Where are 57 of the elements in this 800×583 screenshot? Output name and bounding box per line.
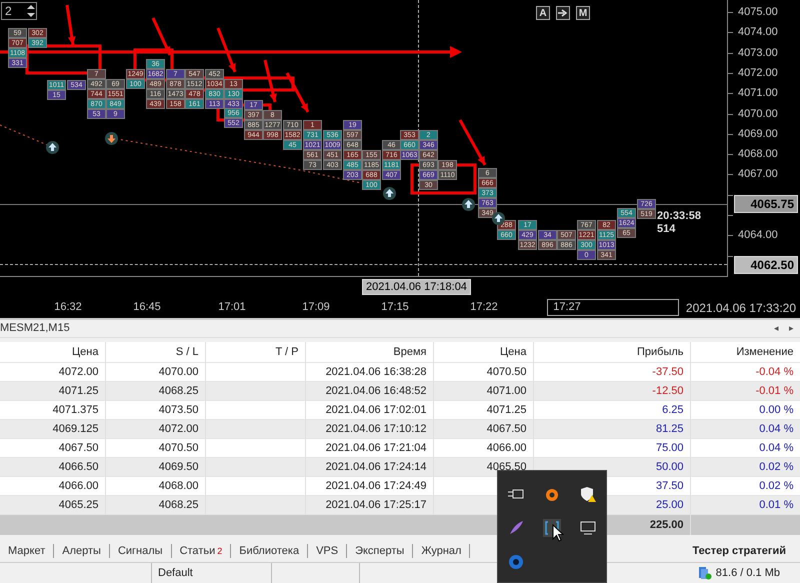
arrow-right-icon	[558, 9, 568, 17]
crosshair-price-tag: 4062.50	[734, 256, 798, 274]
arrow-button[interactable]	[556, 6, 570, 20]
crosshair-time-tag: 2021.04.06 17:18:04	[362, 279, 471, 295]
connection-icon	[698, 566, 712, 580]
price-label: 4067.00	[738, 168, 778, 180]
shield-warning-icon[interactable]	[580, 486, 596, 502]
price-label: 4064.00	[738, 229, 778, 242]
price-label: 4075.00	[738, 6, 778, 18]
time-label: 17:01	[218, 301, 246, 313]
panel-tab[interactable]: Эксперты	[347, 544, 414, 558]
up-arrow-icon	[462, 198, 475, 211]
down-arrow-icon	[105, 132, 118, 145]
time-label: 17:22	[470, 301, 498, 313]
mouse-cursor-icon	[552, 524, 564, 542]
highlight-frame	[410, 164, 476, 194]
feather-icon[interactable]	[508, 520, 524, 536]
traffic-text: 81.6 / 0.1 Mb	[716, 566, 780, 579]
panel-tab[interactable]: VPS	[308, 544, 348, 558]
price-label: 4074.00	[738, 26, 778, 38]
scroll-frame[interactable]	[547, 299, 679, 316]
eye-icon[interactable]	[508, 554, 524, 570]
annotation-arrow	[458, 119, 486, 166]
ring-icon[interactable]	[544, 486, 560, 502]
panel-tab[interactable]: Тестер стратегий	[678, 544, 800, 557]
panel-tab[interactable]: Журнал	[413, 544, 470, 558]
time-label: 17:27	[553, 301, 581, 313]
bar-time: 20:33:58	[657, 210, 702, 222]
panel-tab[interactable]: Алерты	[54, 544, 110, 558]
time-label: 16:45	[133, 301, 161, 313]
time-label: 16:32	[54, 301, 82, 313]
price-label: 4070.00	[738, 108, 778, 120]
profile-name: Default	[158, 566, 193, 579]
panel-tab[interactable]: Библиотека	[231, 544, 308, 558]
price-label: 4069.00	[738, 128, 778, 140]
end-time: 2021.04.06 17:33:20	[686, 301, 796, 315]
chart-button[interactable]: M	[576, 6, 590, 20]
chart-button[interactable]: A	[536, 6, 550, 20]
price-label: 4072.00	[738, 66, 778, 79]
panel-tab[interactable]: Маркет	[0, 544, 54, 558]
price-label: 4073.00	[738, 46, 778, 59]
scroll-arrow[interactable]: ◂	[774, 323, 779, 334]
monitor-icon[interactable]	[580, 521, 596, 535]
up-arrow-icon	[383, 187, 396, 200]
bar-volume: 514	[657, 223, 676, 235]
price-label: 4068.00	[738, 148, 778, 160]
panel-tab[interactable]: Сигналы	[110, 544, 172, 558]
panel-title: MESM21,M15	[0, 322, 70, 334]
power-plug-icon[interactable]	[508, 488, 524, 500]
time-label: 17:09	[302, 301, 330, 313]
up-arrow-icon	[46, 141, 59, 154]
scroll-arrow[interactable]: ▸	[789, 323, 794, 334]
time-label: 17:15	[381, 301, 409, 313]
spinner-arrows-icon[interactable]	[26, 3, 36, 19]
current-price-tag: 4065.75	[734, 195, 798, 213]
number-spinner[interactable]: 2	[1, 2, 37, 20]
price-label: 4071.00	[738, 87, 778, 100]
